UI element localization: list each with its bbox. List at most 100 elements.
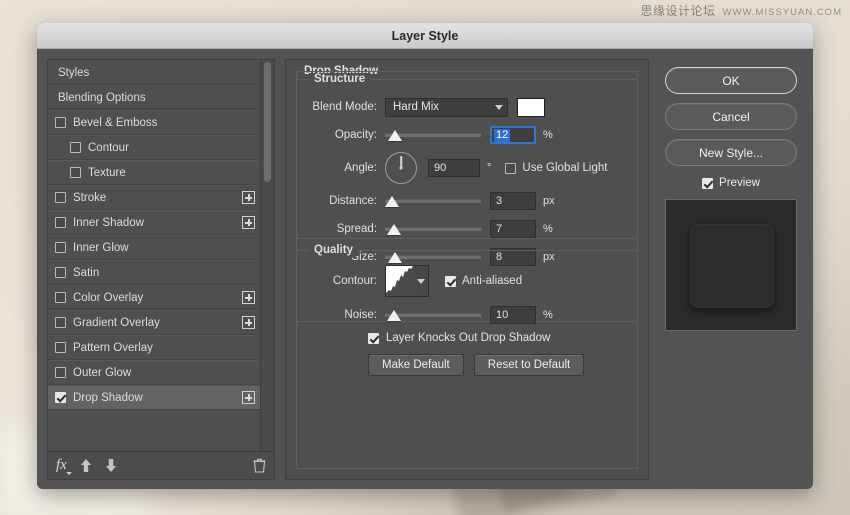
style-list-item-texture[interactable]: Texture	[48, 160, 260, 185]
quality-legend: Quality	[309, 244, 358, 256]
spread-slider-thumb[interactable]	[387, 224, 401, 235]
style-list-item-inner-glow[interactable]: Inner Glow	[48, 235, 260, 260]
add-effect-plus-icon[interactable]	[242, 291, 255, 304]
noise-slider-thumb[interactable]	[387, 310, 401, 321]
noise-slider[interactable]	[385, 306, 481, 324]
style-enable-checkbox[interactable]	[55, 342, 66, 353]
styles-list-wrapper: StylesBlending Options Bevel & Emboss Cont…	[48, 60, 274, 451]
distance-slider[interactable]	[385, 192, 481, 210]
angle-dial[interactable]	[385, 152, 417, 184]
style-list-item-stroke[interactable]: Stroke	[48, 185, 260, 210]
style-enable-checkbox[interactable]	[55, 292, 66, 303]
anti-aliased-row[interactable]: Anti-aliased	[445, 275, 522, 287]
dialog-titlebar[interactable]: Layer Style	[37, 23, 813, 49]
contour-dropdown-arrow[interactable]	[415, 266, 428, 296]
style-enable-checkbox[interactable]	[70, 142, 81, 153]
ok-button[interactable]: OK	[665, 67, 797, 94]
spread-value: 7	[496, 223, 502, 235]
style-list-item-label: Texture	[88, 167, 255, 179]
opacity-slider[interactable]	[385, 126, 481, 144]
make-default-button[interactable]: Make Default	[368, 354, 464, 376]
angle-input[interactable]: 90	[428, 159, 480, 177]
style-list-item-bevel-emboss[interactable]: Bevel & Emboss	[48, 110, 260, 135]
style-enable-checkbox[interactable]	[55, 117, 66, 128]
blend-mode-value: Hard Mix	[393, 101, 495, 113]
style-list-item-label: Bevel & Emboss	[73, 117, 255, 129]
style-list-item-label: Color Overlay	[73, 292, 242, 304]
style-enable-checkbox[interactable]	[55, 242, 66, 253]
blend-mode-label: Blend Mode:	[303, 101, 385, 113]
layer-knocks-out-row[interactable]: Layer Knocks Out Drop Shadow	[368, 332, 550, 344]
style-list-item-styles[interactable]: Styles	[48, 60, 260, 85]
style-list-item-pattern-overlay[interactable]: Pattern Overlay	[48, 335, 260, 360]
drop-shadow-panel: Drop Shadow Structure Blend Mode: Hard M…	[285, 59, 649, 480]
add-effect-plus-icon[interactable]	[242, 216, 255, 229]
new-style-button[interactable]: New Style...	[665, 139, 797, 166]
add-effect-plus-icon[interactable]	[242, 191, 255, 204]
cancel-button[interactable]: Cancel	[665, 103, 797, 130]
style-enable-checkbox[interactable]	[55, 267, 66, 278]
style-enable-checkbox[interactable]	[55, 367, 66, 378]
spread-input[interactable]: 7	[490, 220, 536, 238]
use-global-light-checkbox[interactable]	[505, 163, 516, 174]
trash-icon[interactable]	[253, 458, 266, 473]
distance-row: Distance: 3 px	[303, 190, 627, 212]
move-up-icon[interactable]	[80, 459, 92, 473]
chevron-down-icon	[495, 105, 503, 110]
style-enable-checkbox[interactable]	[55, 317, 66, 328]
structure-legend: Structure	[309, 73, 370, 85]
spread-slider[interactable]	[385, 220, 481, 238]
style-list-item-satin[interactable]: Satin	[48, 260, 260, 285]
styles-scrollbar-thumb[interactable]	[264, 62, 271, 182]
reset-to-default-button[interactable]: Reset to Default	[474, 354, 584, 376]
opacity-unit: %	[543, 129, 553, 141]
style-enable-checkbox[interactable]	[70, 167, 81, 178]
watermark-chinese: 思缘设计论坛	[641, 2, 716, 19]
styles-toolbar: fx	[48, 451, 274, 479]
style-list-item-inner-shadow[interactable]: Inner Shadow	[48, 210, 260, 235]
style-list-item-label: Drop Shadow	[73, 392, 242, 404]
layer-knocks-out-label: Layer Knocks Out Drop Shadow	[386, 332, 550, 344]
preview-checkbox[interactable]	[702, 178, 713, 189]
contour-preset-picker[interactable]	[385, 265, 429, 297]
noise-input[interactable]: 10	[490, 306, 536, 324]
distance-label: Distance:	[303, 195, 385, 207]
layer-knocks-out-checkbox[interactable]	[368, 333, 379, 344]
noise-label: Noise:	[303, 309, 385, 321]
style-enable-checkbox[interactable]	[55, 192, 66, 203]
style-enable-checkbox[interactable]	[55, 217, 66, 228]
style-list-item-outer-glow[interactable]: Outer Glow	[48, 360, 260, 385]
blend-mode-select[interactable]: Hard Mix	[385, 98, 508, 117]
opacity-input[interactable]: 12	[490, 126, 536, 144]
preview-toggle-row[interactable]: Preview	[702, 177, 760, 189]
noise-unit: %	[543, 309, 553, 321]
style-list-item-drop-shadow[interactable]: Drop Shadow	[48, 385, 260, 410]
fx-icon[interactable]: fx	[56, 458, 67, 473]
chevron-down-icon	[417, 279, 425, 284]
opacity-slider-thumb[interactable]	[388, 130, 402, 141]
move-down-icon[interactable]	[105, 459, 117, 473]
add-effect-plus-icon[interactable]	[242, 391, 255, 404]
quality-group: Quality Contour:	[296, 250, 638, 322]
spread-label: Spread:	[303, 223, 385, 235]
style-list-item-contour[interactable]: Contour	[48, 135, 260, 160]
shadow-color-swatch[interactable]	[517, 98, 545, 117]
preview-thumbnail	[665, 199, 797, 331]
style-list-item-gradient-overlay[interactable]: Gradient Overlay	[48, 310, 260, 335]
use-global-light-row[interactable]: Use Global Light	[505, 162, 607, 174]
dialog-body: StylesBlending Options Bevel & Emboss Cont…	[37, 49, 813, 489]
style-enable-checkbox[interactable]	[55, 392, 66, 403]
style-list-item-blending-options[interactable]: Blending Options	[48, 85, 260, 110]
anti-aliased-checkbox[interactable]	[445, 276, 456, 287]
anti-aliased-label: Anti-aliased	[462, 275, 522, 287]
spread-row: Spread: 7 %	[303, 218, 627, 240]
distance-unit: px	[543, 195, 555, 207]
style-list-item-color-overlay[interactable]: Color Overlay	[48, 285, 260, 310]
styles-list[interactable]: StylesBlending Options Bevel & Emboss Cont…	[48, 60, 260, 451]
add-effect-plus-icon[interactable]	[242, 316, 255, 329]
distance-input[interactable]: 3	[490, 192, 536, 210]
style-list-item-label: Contour	[88, 142, 255, 154]
style-list-item-label: Outer Glow	[73, 367, 255, 379]
distance-slider-thumb[interactable]	[385, 196, 399, 207]
styles-scrollbar[interactable]	[260, 60, 274, 451]
